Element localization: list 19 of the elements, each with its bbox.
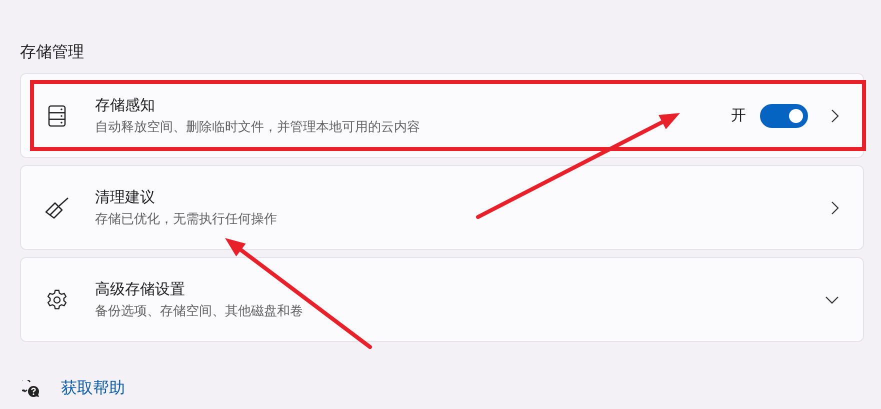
card-title: 高级存储设置: [95, 280, 186, 298]
settings-icon: [45, 288, 69, 310]
card-title: 存储感知: [95, 96, 156, 114]
settings-card[interactable]: 存储感知 自动释放空间、删除临时文件，并管理本地可用的云内容 开: [20, 73, 864, 158]
toggle-switch[interactable]: [760, 104, 808, 128]
help-icon: [22, 380, 40, 398]
chevron-right-icon[interactable]: [831, 200, 839, 214]
chevron-right-icon[interactable]: [831, 108, 839, 122]
toggle-label: 开: [731, 106, 746, 125]
section-title: 存储管理: [20, 41, 85, 63]
settings-card[interactable]: 清理建议 存储已优化，无需执行任何操作: [20, 165, 864, 250]
card-description: 备份选项、存储空间、其他磁盘和卷: [95, 302, 304, 320]
card-description: 存储已优化，无需执行任何操作: [95, 210, 278, 228]
settings-card[interactable]: 高级存储设置 备份选项、存储空间、其他磁盘和卷: [20, 257, 864, 342]
card-title: 清理建议: [95, 188, 156, 206]
help-link[interactable]: 获取帮助: [61, 378, 125, 399]
chevron-down-icon[interactable]: [825, 296, 839, 304]
card-description: 自动释放空间、删除临时文件，并管理本地可用的云内容: [95, 118, 421, 136]
broom-icon: [45, 196, 69, 218]
